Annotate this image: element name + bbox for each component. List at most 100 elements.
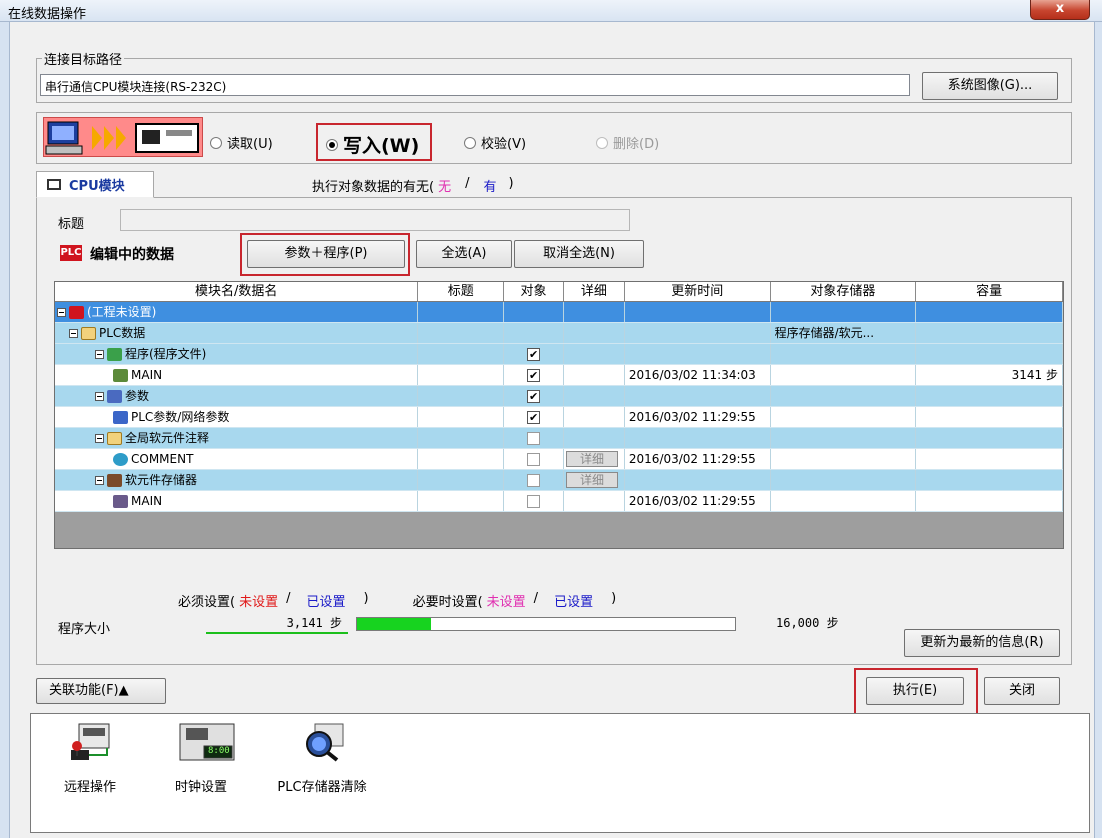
row-title <box>418 407 505 427</box>
row-target[interactable] <box>504 491 565 511</box>
collapse-icon[interactable] <box>57 307 66 317</box>
write-radio-dot[interactable] <box>326 138 338 151</box>
select-all-button[interactable]: 全选(A) <box>416 240 512 268</box>
connection-legend: 连接目标路径 <box>42 49 125 68</box>
row-name: COMMENT <box>131 452 194 466</box>
optional-prefix: 必要时设置( <box>412 595 483 610</box>
collapse-icon[interactable] <box>69 328 78 338</box>
remote-operation-icon <box>67 722 113 762</box>
row-target[interactable]: ✔ <box>504 386 565 406</box>
target-checkbox[interactable]: ✔ <box>527 390 541 403</box>
collapse-icon[interactable] <box>95 391 104 401</box>
col-header-title[interactable]: 标题 <box>418 282 505 301</box>
comment-folder-icon <box>107 431 122 445</box>
row-memory <box>771 302 917 322</box>
col-header-target-memory[interactable]: 对象存储器 <box>771 282 917 301</box>
title-bar <box>0 0 1102 22</box>
row-time <box>625 470 771 490</box>
optional-not-set: 未设置 <box>486 595 526 610</box>
connection-path-field: 串行通信CPU模块连接(RS-232C) <box>40 74 910 96</box>
collapse-icon[interactable] <box>95 433 104 443</box>
window-close-button[interactable]: x <box>1030 0 1090 20</box>
table-row[interactable]: (工程未设置) <box>55 302 1063 323</box>
close-button[interactable]: 关闭 <box>984 677 1060 705</box>
deselect-all-button[interactable]: 取消全选(N) <box>514 240 644 268</box>
verify-radio-dot[interactable] <box>464 136 476 149</box>
table-row[interactable]: 软元件存储器 详细 <box>55 470 1063 491</box>
col-header-name[interactable]: 模块名/数据名 <box>55 282 419 301</box>
tab-cpu-module[interactable]: CPU模块 <box>36 171 154 198</box>
table-row[interactable]: MAIN 2016/03/02 11:29:55 <box>55 491 1063 512</box>
existence-has: 有 <box>483 180 497 195</box>
row-detail <box>564 365 625 385</box>
row-name: 参数 <box>125 389 150 403</box>
tree-cell: 全局软元件注释 <box>55 428 419 448</box>
row-capacity: 3141 步 <box>916 365 1063 385</box>
target-checkbox[interactable]: ✔ <box>527 348 541 361</box>
related-functions-button[interactable]: 关联功能(F)▲ <box>36 678 166 704</box>
remote-operation-tool[interactable]: 远程操作 <box>50 722 130 795</box>
system-image-button[interactable]: 系统图像(G)... <box>922 72 1058 100</box>
row-target[interactable]: ✔ <box>504 365 565 385</box>
target-checkbox[interactable] <box>527 474 541 487</box>
row-name: 软元件存储器 <box>125 473 198 487</box>
target-checkbox[interactable] <box>527 495 541 508</box>
tree-cell: PLC数据 <box>55 323 419 343</box>
program-file-icon <box>113 368 128 382</box>
collapse-icon[interactable] <box>95 475 104 485</box>
row-capacity <box>916 470 1063 490</box>
memory-clear-icon <box>299 722 345 762</box>
delete-radio[interactable]: 删除(D) <box>596 133 659 152</box>
target-checkbox[interactable]: ✔ <box>527 411 541 424</box>
col-header-update-time[interactable]: 更新时间 <box>625 282 771 301</box>
program-size-bar <box>356 617 736 631</box>
param-program-button[interactable]: 参数＋程序(P) <box>247 240 405 268</box>
table-row[interactable]: PLC数据 程序存储器/软元... <box>55 323 1063 344</box>
row-detail <box>564 344 625 364</box>
col-header-target[interactable]: 对象 <box>504 282 564 301</box>
table-row[interactable]: 参数 ✔ <box>55 386 1063 407</box>
table-row[interactable]: 程序(程序文件) ✔ <box>55 344 1063 365</box>
refresh-latest-info-button[interactable]: 更新为最新的信息(R) <box>904 629 1060 657</box>
detail-button[interactable]: 详细 <box>566 472 619 488</box>
target-checkbox[interactable]: ✔ <box>527 369 541 382</box>
row-target[interactable] <box>504 428 565 448</box>
row-time <box>625 302 771 322</box>
col-header-capacity[interactable]: 容量 <box>916 282 1063 301</box>
device-memory-icon <box>107 473 122 487</box>
row-target[interactable]: ✔ <box>504 344 565 364</box>
table-row[interactable]: COMMENT 详细 2016/03/02 11:29:55 <box>55 449 1063 470</box>
write-radio[interactable]: 写入(W) <box>326 131 419 158</box>
data-table[interactable]: 模块名/数据名 标题 对象 详细 更新时间 对象存储器 容量 (工程未设置) P… <box>54 281 1064 549</box>
row-target[interactable] <box>504 470 565 490</box>
plc-memory-clear-tool[interactable]: PLC存储器清除 <box>266 722 378 795</box>
clock-setting-tool[interactable]: 8:00 时钟设置 <box>156 722 246 795</box>
read-radio-dot[interactable] <box>210 136 222 149</box>
target-checkbox[interactable] <box>527 453 541 466</box>
target-checkbox[interactable] <box>527 432 541 445</box>
network-parameter-icon <box>113 410 128 424</box>
read-radio[interactable]: 读取(U) <box>210 133 273 152</box>
clock-setting-label: 时钟设置 <box>174 780 227 795</box>
table-row[interactable]: PLC参数/网络参数 ✔ 2016/03/02 11:29:55 <box>55 407 1063 428</box>
window-left-frame <box>0 22 10 838</box>
delete-radio-dot[interactable] <box>596 136 608 149</box>
execute-button[interactable]: 执行(E) <box>866 677 964 705</box>
table-row[interactable]: 全局软元件注释 <box>55 428 1063 449</box>
window-right-frame <box>1094 22 1102 838</box>
delete-radio-label: 删除(D) <box>613 137 660 152</box>
collapse-icon[interactable] <box>95 349 104 359</box>
detail-button[interactable]: 详细 <box>566 451 619 467</box>
col-header-detail[interactable]: 详细 <box>564 282 625 301</box>
row-capacity <box>916 323 1063 343</box>
row-memory <box>771 491 917 511</box>
row-time: 2016/03/02 11:29:55 <box>625 407 771 427</box>
row-target[interactable] <box>504 449 565 469</box>
comment-icon <box>113 452 128 466</box>
table-row[interactable]: MAIN ✔ 2016/03/02 11:34:03 3141 步 <box>55 365 1063 386</box>
row-target[interactable]: ✔ <box>504 407 565 427</box>
row-title <box>418 302 505 322</box>
row-time: 2016/03/02 11:34:03 <box>625 365 771 385</box>
row-time <box>625 344 771 364</box>
verify-radio[interactable]: 校验(V) <box>464 133 526 152</box>
